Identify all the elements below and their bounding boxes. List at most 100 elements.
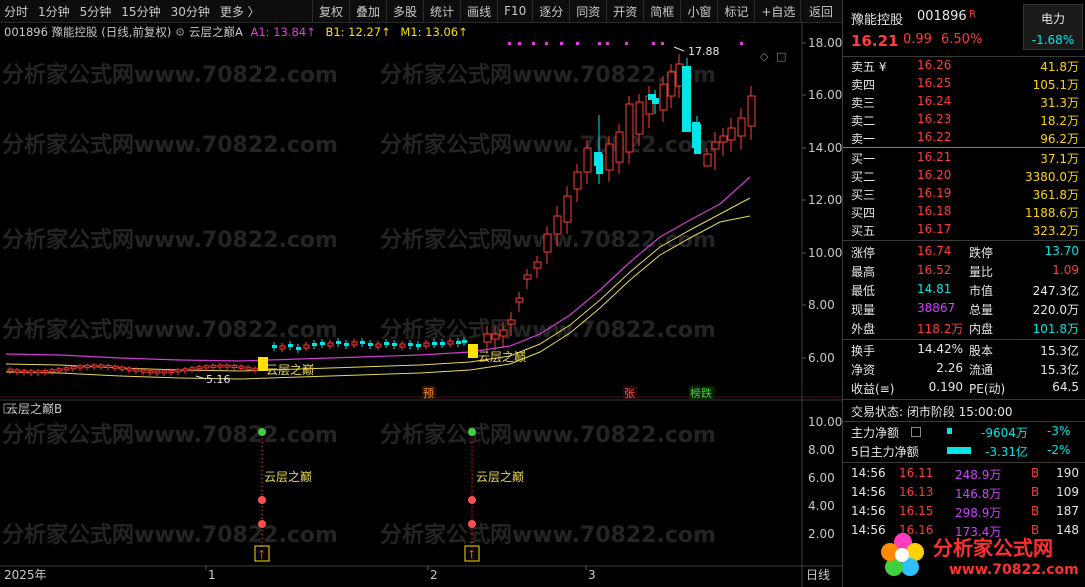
kline-chart[interactable]: 分析家公式网www.70822.com 分析家公式网www.70822.com …: [0, 22, 842, 587]
bid-row[interactable]: 买三 16.19 361.8万: [851, 186, 1079, 203]
tick-count: 190: [1056, 466, 1079, 480]
tool-button-fuquan[interactable]: 复权: [312, 0, 349, 22]
ask-row[interactable]: 卖二 16.23 18.2万: [851, 112, 1079, 129]
tool-button-perminute[interactable]: 逐分: [532, 0, 569, 22]
candle: [119, 366, 126, 370]
tool-button-mark[interactable]: 标记: [717, 0, 754, 22]
bid-volume: 37.1万: [1040, 152, 1079, 166]
indicator-name[interactable]: 云层之巅A: [189, 25, 243, 39]
candle: [483, 333, 492, 343]
watermark-7: 分析家公式网www.70822.com: [2, 317, 338, 343]
ask-row[interactable]: 卖三 16.24 31.3万: [851, 94, 1079, 111]
period-label[interactable]: 日线: [806, 568, 830, 582]
stat2-value-1: 0.190: [928, 380, 963, 394]
stat-row: 外盘 118.2万 内盘 101.8万: [851, 320, 1079, 337]
high-label: 17.88: [688, 45, 720, 58]
candle: [7, 368, 14, 372]
candle: [70, 366, 77, 370]
stat-row: 最高 16.52 量比 1.09: [851, 263, 1079, 280]
stat2-key-1: 换手: [851, 344, 876, 358]
tab-period-3[interactable]: 15分钟: [121, 3, 160, 20]
tool-button-window[interactable]: 小窗: [680, 0, 717, 22]
signal-dot: [598, 42, 601, 45]
settings-diamond-icon[interactable]: ◇: [760, 50, 769, 63]
tab-period-4[interactable]: 30分钟: [171, 3, 210, 20]
signal-dot: [652, 42, 655, 45]
candle: [42, 370, 49, 374]
quote-panel: 豫能控股 001896 R 电力 -1.68% 16.21 0.99 6.50%…: [842, 0, 1085, 587]
chart-info-code: 001896 豫能控股 (日线,前复权): [4, 25, 172, 39]
bid-price: 16.18: [917, 204, 952, 218]
tab-period-0[interactable]: 分时: [4, 3, 28, 20]
bid-row[interactable]: 买五 16.17 323.2万: [851, 222, 1079, 239]
stat-value-1: 16.74: [917, 244, 952, 258]
y-tick-6: 6.00: [808, 351, 835, 365]
stat-key-1: 最高: [851, 265, 876, 279]
tool-button-draw[interactable]: 画线: [460, 0, 497, 22]
stat2-key-2: 股本: [969, 344, 994, 358]
tool-button-kaizi[interactable]: 开资: [606, 0, 643, 22]
candle: [456, 341, 461, 344]
stat2-value-2: 15.3亿: [1040, 363, 1079, 377]
sub-signal-marker: [258, 520, 266, 528]
event-tag-limit[interactable]: 张: [624, 387, 635, 400]
stat-value-2: 220.0万: [1032, 303, 1079, 317]
bid-row[interactable]: 买一 16.21 37.1万: [851, 150, 1079, 167]
main-flow-bar: [947, 428, 952, 434]
candle: [375, 343, 382, 348]
sub-signal-marker: [258, 428, 266, 436]
main-flow-row: 主力净额 -9604万 -3%: [851, 424, 1079, 441]
bid-row[interactable]: 买四 16.18 1188.6万: [851, 204, 1079, 221]
candle: [336, 341, 341, 344]
bid-row[interactable]: 买二 16.20 3380.0万: [851, 168, 1079, 185]
ask-row[interactable]: 卖一 16.22 96.2万: [851, 130, 1079, 147]
tool-button-f10[interactable]: F10: [497, 0, 532, 22]
tab-period-1[interactable]: 1分钟: [38, 3, 70, 20]
tool-button-add-watchlist[interactable]: +自选: [754, 0, 801, 22]
candle: [507, 319, 516, 325]
candle: [368, 343, 373, 346]
candle: [659, 83, 668, 111]
tool-button-multi[interactable]: 多股: [386, 0, 423, 22]
stat2-key-1: 收益(≡): [851, 382, 895, 396]
tab-period-2[interactable]: 5分钟: [80, 3, 112, 20]
stat-key-1: 涨停: [851, 246, 876, 260]
candle: [133, 368, 140, 372]
info-settings-icon[interactable]: ⚙: [175, 25, 185, 39]
y-tick-10: 10.00: [808, 246, 842, 260]
candle: [499, 329, 508, 337]
tool-button-stats[interactable]: 统计: [423, 0, 460, 22]
ask-label: 卖二: [851, 114, 876, 128]
ask-row[interactable]: 卖五 ¥ 16.26 41.8万: [851, 58, 1079, 75]
signal-dot: [625, 42, 628, 45]
main-flow-doc-icon[interactable]: [911, 427, 921, 437]
ask-price: 16.26: [917, 58, 952, 72]
event-tag-forecast[interactable]: 预: [423, 387, 434, 400]
sub-signal-marker: [468, 496, 476, 504]
tab-more[interactable]: 更多 〉: [220, 3, 260, 20]
y-tick-16: 16.00: [808, 88, 842, 102]
candle: [231, 365, 238, 369]
sub-signal-label-1: 云层之巅: [264, 470, 312, 484]
tool-button-simple[interactable]: 简框: [643, 0, 680, 22]
candle: [161, 370, 168, 374]
candle: [491, 333, 500, 340]
candle: [320, 342, 325, 345]
candle: [296, 347, 301, 350]
stock-name: 豫能控股: [851, 13, 904, 28]
candle: [727, 127, 736, 141]
sub-indicator-title[interactable]: 云层之巅B: [6, 402, 62, 416]
logo-url: www.70822.com: [949, 562, 1079, 578]
candle: [126, 367, 133, 371]
panel-toggle-icon[interactable]: □: [776, 50, 786, 63]
signal-label-2: 云层之巅: [478, 350, 526, 364]
tool-button-tongzi[interactable]: 同资: [569, 0, 606, 22]
stat2-value-2: 15.3亿: [1040, 344, 1079, 358]
stat-value-1: 118.2万: [917, 322, 964, 336]
back-button[interactable]: 返回: [800, 0, 841, 22]
event-tag-list[interactable]: 榜跌: [690, 386, 712, 400]
tool-button-overlay[interactable]: 叠加: [349, 0, 386, 22]
ask-row[interactable]: 卖四 16.25 105.1万: [851, 76, 1079, 93]
x-label-year: 2025年: [4, 568, 47, 582]
candle: [279, 345, 286, 350]
